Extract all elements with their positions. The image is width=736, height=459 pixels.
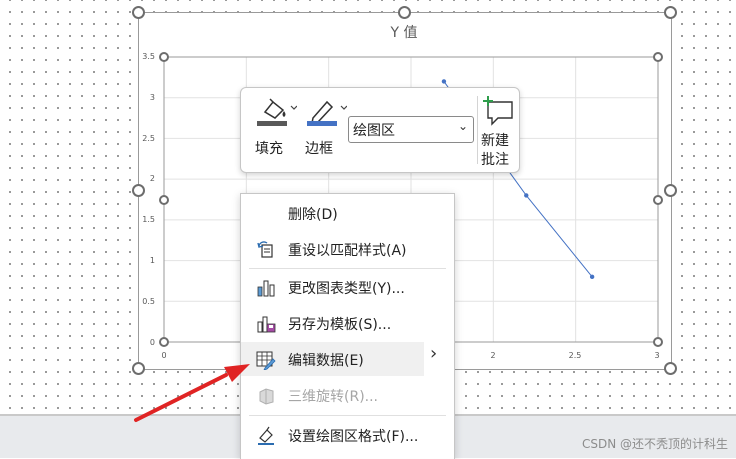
annotation-arrow: [134, 364, 250, 422]
watermark-text: CSDN @还不秃顶的计科生: [581, 437, 728, 451]
